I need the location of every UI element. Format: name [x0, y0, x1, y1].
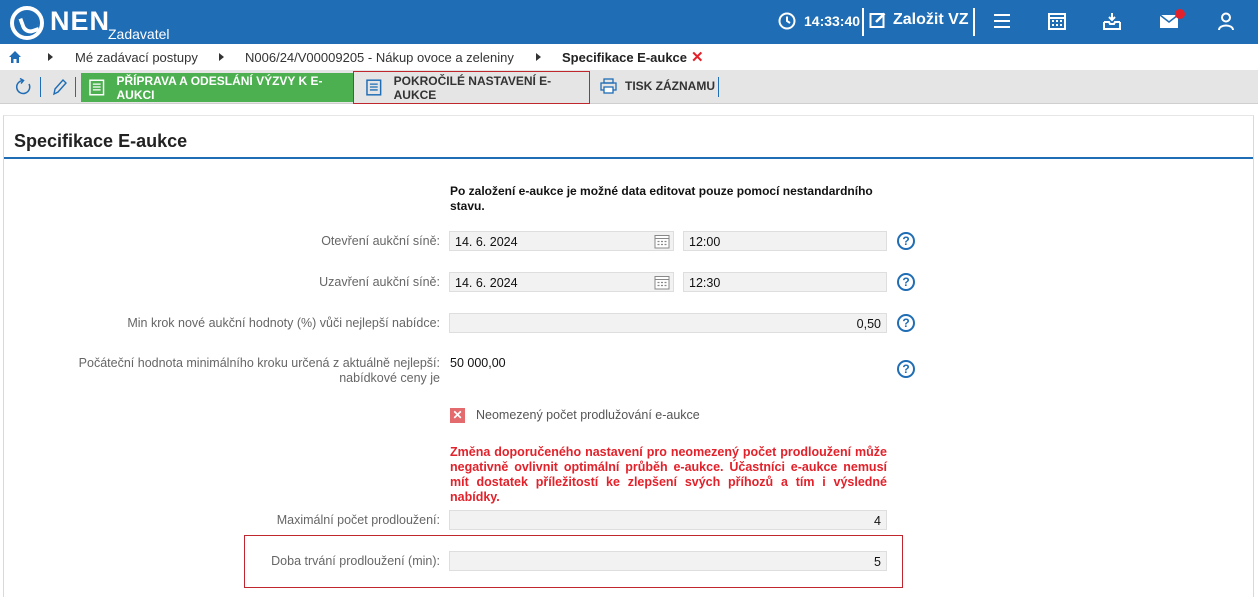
close-tab-icon[interactable]: ✕: [691, 48, 704, 66]
toolbar-divider: [40, 77, 41, 97]
inbox-icon[interactable]: [1102, 11, 1122, 31]
initial-step-label-line1: Počáteční hodnota minimálního kroku urče…: [78, 356, 440, 370]
prepare-invitation-label: PŘÍPRAVA A ODESLÁNÍ VÝZVY K E-AUKCI: [116, 73, 323, 102]
help-icon[interactable]: ?: [897, 360, 915, 378]
auction-open-label: Otevření aukční síně:: [321, 234, 440, 248]
calendar-icon[interactable]: [1047, 11, 1067, 31]
logo-mark-icon: [10, 6, 44, 40]
auction-close-time-input[interactable]: 12:30: [683, 272, 887, 292]
logo-text: NEN: [50, 6, 111, 36]
auction-open-date-value: 14. 6. 2024: [455, 235, 518, 249]
help-icon[interactable]: ?: [897, 314, 915, 332]
pencil-icon[interactable]: [51, 78, 67, 96]
auction-close-date-input[interactable]: 14. 6. 2024: [449, 272, 674, 292]
toolbar: PŘÍPRAVA A ODESLÁNÍ VÝZVY K E-AUKCI POKR…: [0, 70, 1258, 104]
initial-step-label: Počáteční hodnota minimálního kroku urče…: [40, 356, 440, 386]
help-icon[interactable]: ?: [897, 273, 915, 291]
menu-icon[interactable]: [992, 11, 1012, 31]
nen-logo[interactable]: NEN: [10, 6, 110, 40]
header-divider: [973, 8, 975, 36]
toolbar-divider: [718, 77, 719, 97]
min-step-label: Min krok nové aukční hodnoty (%) vůči ne…: [127, 316, 440, 330]
session-clock: 14:33:40: [778, 12, 860, 30]
user-icon[interactable]: [1216, 11, 1236, 31]
print-record-button[interactable]: TISK ZÁZNAMU: [600, 78, 715, 94]
toolbar-divider: [75, 77, 76, 97]
breadcrumb: Mé zadávací postupy N006/24/V00009205 - …: [0, 44, 1258, 70]
chevron-right-icon: [48, 53, 53, 61]
min-step-input[interactable]: 0,50: [449, 313, 887, 333]
section-title: Specifikace E-aukce: [14, 131, 188, 151]
logo-subtitle: Zadavatel: [108, 26, 170, 42]
chevron-right-icon: [219, 53, 224, 61]
auction-open-time-input[interactable]: 12:00: [683, 231, 887, 251]
home-icon[interactable]: [8, 50, 22, 64]
notification-badge: [1175, 9, 1185, 19]
auction-close-label: Uzavření aukční síně:: [319, 275, 440, 289]
section-divider: [4, 157, 1253, 159]
advanced-settings-button[interactable]: POKROČILÉ NASTAVENÍ E-AUKCE: [353, 71, 590, 104]
unlimited-extensions-label: Neomezený počet prodlužování e-aukce: [476, 408, 700, 422]
breadcrumb-current: Specifikace E-aukce: [562, 50, 688, 65]
edit-notice: Po založení e-aukce je možné data editov…: [450, 184, 873, 213]
initial-step-value: 50 000,00: [450, 356, 506, 370]
max-extensions-input[interactable]: 4: [449, 510, 887, 530]
unlimited-extensions-checkbox[interactable]: ✕: [450, 408, 465, 423]
clock-icon: [778, 12, 796, 30]
advanced-settings-label: POKROČILÉ NASTAVENÍ E-AUKCE: [393, 73, 552, 102]
auction-open-date-input[interactable]: 14. 6. 2024: [449, 231, 674, 251]
calendar-picker-icon[interactable]: [654, 234, 670, 249]
extension-warning: Změna doporučeného nastavení pro neomeze…: [450, 445, 887, 504]
printer-icon: [600, 78, 617, 94]
initial-step-label-line2: nabídkové ceny je: [339, 371, 440, 385]
create-tender-label: Založit VZ: [893, 11, 969, 28]
breadcrumb-procedure[interactable]: N006/24/V00009205 - Nákup ovoce a zeleni…: [245, 50, 514, 65]
calendar-picker-icon[interactable]: [654, 275, 670, 290]
extension-duration-label: Doba trvání prodloužení (min):: [271, 554, 440, 568]
auction-close-date-value: 14. 6. 2024: [455, 276, 518, 290]
print-record-label: TISK ZÁZNAMU: [625, 79, 715, 93]
max-extensions-label: Maximální počet prodloužení:: [276, 513, 440, 527]
refresh-icon[interactable]: [15, 78, 33, 96]
edit-square-icon: [869, 12, 886, 28]
document-icon: [366, 79, 382, 96]
create-tender-button[interactable]: Založit VZ: [869, 11, 969, 29]
prepare-invitation-button[interactable]: PŘÍPRAVA A ODESLÁNÍ VÝZVY K E-AUKCI: [81, 73, 353, 102]
extension-duration-input[interactable]: 5: [449, 551, 887, 571]
chevron-right-icon: [536, 53, 541, 61]
header-divider: [862, 8, 864, 36]
help-icon[interactable]: ?: [897, 232, 915, 250]
clock-time: 14:33:40: [804, 13, 861, 29]
breadcrumb-my-procedures[interactable]: Mé zadávací postupy: [75, 50, 198, 65]
document-icon: [89, 79, 105, 96]
top-header: NEN Zadavatel 14:33:40 Založit VZ: [0, 0, 1258, 44]
